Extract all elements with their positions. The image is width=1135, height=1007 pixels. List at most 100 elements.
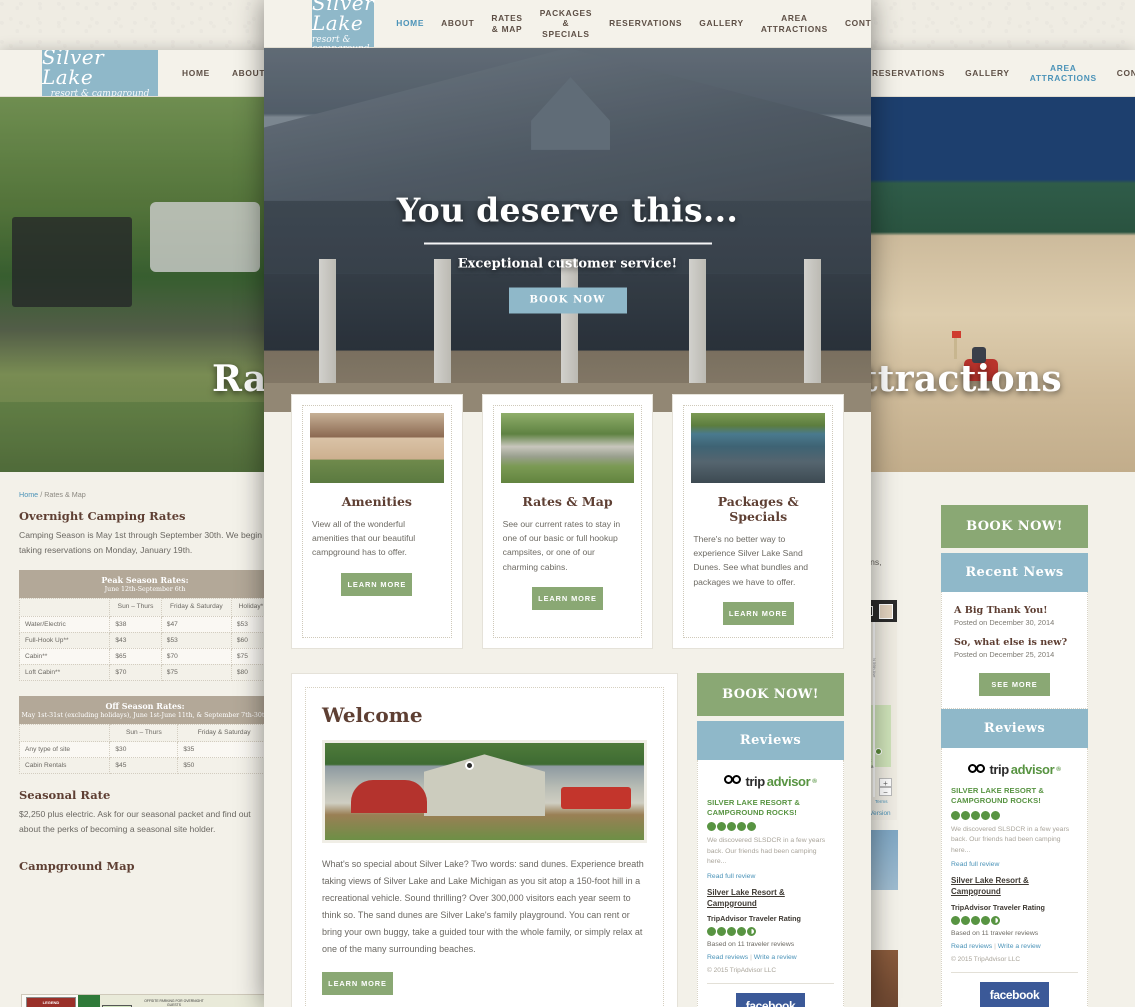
news-item[interactable]: A Big Thank You! Posted on December 30, … <box>954 605 1075 627</box>
card-learn-more-button[interactable]: LEARN MORE <box>532 586 603 610</box>
nav-item-contact[interactable]: CONTACT <box>1117 68 1135 79</box>
card-inner: Packages & Specials There's no better wa… <box>683 405 834 638</box>
nav-item-reservations[interactable]: RESERVATIONS <box>609 18 682 29</box>
map-terms-link[interactable]: Terms <box>875 799 888 804</box>
breadcrumb-separator: / <box>40 490 43 499</box>
property-name-link[interactable]: Silver Lake Resort & Campground <box>951 876 1078 898</box>
feature-card-rates-map[interactable]: Rates & Map See our current rates to sta… <box>481 394 654 649</box>
peak-season-rates-table: Peak Season Rates: June 12th-September 6… <box>18 570 272 681</box>
campground-map-image[interactable]: LEGEND TYPES OF SITES WATER & ELECTRIC F… <box>21 994 269 1007</box>
map-zoom-out[interactable]: − <box>879 787 892 797</box>
traveler-rating-label: TripAdvisor Traveler Rating <box>951 902 1045 912</box>
rate-value: $65 <box>109 647 162 665</box>
review-title[interactable]: SILVER LAKE RESORT & CAMPGROUND ROCKS! <box>707 798 834 819</box>
street-view-avatar[interactable] <box>879 604 893 619</box>
tripadvisor-logo-trip: trip <box>745 773 765 789</box>
breadcrumb: Home / Rates & Map <box>19 490 271 499</box>
news-title[interactable]: So, what else is new? <box>954 637 1075 648</box>
card-title: Amenities <box>341 494 412 509</box>
overnight-rates-heading: Overnight Camping Rates <box>19 509 186 523</box>
home-sidebar: BOOK NOW! Reviews trip advisor ® SILVER LA… <box>697 672 844 1007</box>
tripadvisor-owl-icon <box>968 763 987 776</box>
nav-item-area-attractions[interactable]: AREA ATTRACTIONS <box>1030 63 1097 84</box>
rates-hero-overlay <box>0 97 290 472</box>
hero-book-now-button[interactable]: BOOK NOW <box>508 287 627 314</box>
card-text: There's no better way to experience Silv… <box>693 534 809 587</box>
map-poi-icon[interactable] <box>875 748 882 755</box>
attractions-hero-text: Area Attractions <box>846 358 1135 400</box>
seasonal-rate-heading: Seasonal Rate <box>19 788 111 803</box>
col-fri-sat: Friday & Saturday <box>177 723 271 743</box>
nav-item-gallery[interactable]: GALLERY <box>699 18 744 29</box>
nav-item-reservations[interactable]: RESERVATIONS <box>872 68 945 79</box>
home-window[interactable]: Silver Lake resort & campground HOME ABO… <box>264 0 871 1007</box>
nav-label-line1: AREA <box>781 13 808 23</box>
rate-value: $70 <box>109 663 162 681</box>
logo-home-window[interactable]: Silver Lake resort & campground <box>312 0 375 54</box>
table-row: Full-Hook Up** $43 $53 $60 <box>18 631 272 649</box>
tripadvisor-logo-reg: ® <box>812 777 817 785</box>
nav-item-packages-specials[interactable]: PACKAGES & SPECIALS <box>540 8 592 40</box>
area-attractions-window[interactable]: RESERVATIONS GALLERY AREA ATTRACTIONS CO… <box>846 50 1135 1007</box>
table-header-row: Sun – Thurs Friday & Saturday <box>18 723 271 743</box>
divider <box>951 971 1078 973</box>
nav-item-about[interactable]: ABOUT <box>232 68 265 79</box>
nav-item-about[interactable]: ABOUT <box>441 18 474 29</box>
write-review-link[interactable]: Write a review <box>754 954 797 961</box>
facebook-logo[interactable]: facebook <box>736 993 805 1007</box>
read-reviews-link[interactable]: Read reviews <box>951 943 992 950</box>
tripadvisor-logo-advisor: advisor <box>1010 762 1055 777</box>
card-learn-more-button[interactable]: LEARN MORE <box>722 601 794 625</box>
sidebar-book-now-button[interactable]: BOOK NOW! <box>697 672 844 716</box>
logo-rates-window[interactable]: Silver Lake resort & campground <box>42 50 158 99</box>
read-full-review-link[interactable]: Read full review <box>951 861 1078 868</box>
divider <box>707 983 834 985</box>
card-title: Rates & Map <box>522 494 613 509</box>
attractions-nav: RESERVATIONS GALLERY AREA ATTRACTIONS CO… <box>846 50 1135 96</box>
feature-cards-row: Amenities View all of the wonderful amen… <box>264 394 871 649</box>
nav-item-contact[interactable]: CONTACT <box>845 18 871 29</box>
tripadvisor-copyright: © 2015 TripAdvisor LLC <box>951 955 1021 963</box>
news-item[interactable]: So, what else is new? Posted on December… <box>954 637 1075 659</box>
review-title[interactable]: SILVER LAKE RESORT & CAMPGROUND ROCKS! <box>951 786 1078 807</box>
map-road-label: N 56th Ave <box>872 658 877 678</box>
property-name-link[interactable]: Silver Lake Resort & Campground <box>707 888 834 910</box>
welcome-learn-more-button[interactable]: LEARN MORE <box>322 972 393 996</box>
sidebar-reviews-heading: Reviews <box>941 709 1088 748</box>
rate-label: Cabin Rentals <box>18 757 111 775</box>
tripadvisor-owl-icon <box>724 775 743 787</box>
read-reviews-link[interactable]: Read reviews <box>707 954 748 961</box>
rates-map-window[interactable]: Silver Lake resort & campground HOME ABO… <box>0 50 290 1007</box>
col-blank <box>18 598 111 617</box>
see-more-button[interactable]: SEE MORE <box>979 673 1050 696</box>
review-actions: Read reviews | Write a review <box>951 942 1041 950</box>
breadcrumb-home[interactable]: Home <box>19 490 38 499</box>
nav-label-line2: & MAP <box>491 23 523 34</box>
nav-item-rates-map[interactable]: RATES & MAP <box>491 13 522 34</box>
home-header-bar: Silver Lake resort & campground HOME ABO… <box>264 0 871 54</box>
nav-item-gallery[interactable]: GALLERY <box>965 68 1010 79</box>
campground-map-heading: Campground Map <box>19 859 135 874</box>
rate-value: $35 <box>177 741 271 759</box>
map-zoom-in[interactable]: + <box>879 778 892 788</box>
facebook-logo[interactable]: facebook <box>980 981 1049 1007</box>
table-row: Cabin Rentals $45 $50 <box>18 757 271 775</box>
off-season-caption: Off Season Rates: May 1st-31st (excludin… <box>19 695 271 724</box>
nav-item-area-attractions[interactable]: AREA ATTRACTIONS <box>761 13 828 34</box>
sidebar-book-now-button[interactable]: BOOK NOW! <box>941 505 1088 548</box>
rate-label: Any type of site <box>18 741 111 759</box>
read-full-review-link[interactable]: Read full review <box>707 873 834 880</box>
hero-section: You deserve this... Exceptional customer… <box>264 48 871 412</box>
card-learn-more-button[interactable]: LEARN MORE <box>341 572 413 596</box>
news-title[interactable]: A Big Thank You! <box>954 605 1075 616</box>
off-caption-line2: May 1st-31st (excluding holidays), June … <box>21 711 269 719</box>
nav-item-home[interactable]: HOME <box>396 18 424 29</box>
nav-item-home[interactable]: HOME <box>182 68 210 79</box>
feature-card-packages-specials[interactable]: Packages & Specials There's no better wa… <box>672 394 845 649</box>
map-legend-box: LEGEND TYPES OF SITES WATER & ELECTRIC F… <box>26 997 76 1007</box>
peak-caption-line2: June 12th-September 6th <box>104 586 186 594</box>
feature-card-amenities[interactable]: Amenities View all of the wonderful amen… <box>291 394 463 649</box>
attractions-hero-title: Area Attractions <box>846 358 1062 400</box>
write-review-link[interactable]: Write a review <box>998 943 1041 950</box>
legend-title: LEGEND <box>27 998 75 1007</box>
